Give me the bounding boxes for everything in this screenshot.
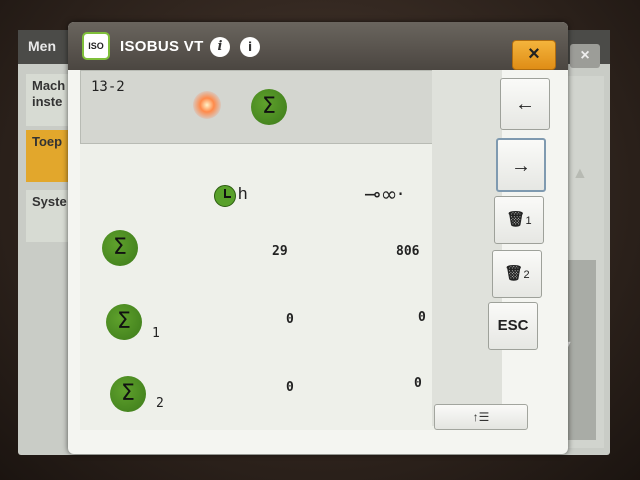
isobus-vt-dialog: ISO ISOBUS VT i i × 13-2 Σ h ⊸∞· Σ 29 80… xyxy=(68,22,568,454)
back-button[interactable]: ← xyxy=(500,78,550,130)
counter-1-label: 1 xyxy=(152,326,160,341)
iso-logo-icon: ISO xyxy=(82,32,110,60)
sort-list-button[interactable]: ↑☰ xyxy=(434,404,528,430)
esc-button[interactable]: ESC xyxy=(488,302,538,350)
total-hours-value: 29 xyxy=(272,244,288,259)
info-more-label: i xyxy=(247,40,253,54)
delete-2-label: 2 xyxy=(523,269,530,281)
info-icon[interactable]: i xyxy=(210,37,230,57)
total-distance-value: 806 xyxy=(396,244,420,259)
info-more-icon[interactable]: i xyxy=(240,37,260,57)
counter-2-distance-value: 0 xyxy=(414,376,422,391)
counter-2-hours-value: 0 xyxy=(286,380,294,395)
sum-total-icon: Σ xyxy=(102,230,138,266)
background-close-button[interactable]: × xyxy=(570,44,600,68)
row-id: 13-2 xyxy=(91,79,125,95)
background-title: Men xyxy=(28,38,56,54)
close-button[interactable]: × xyxy=(512,40,556,70)
counter-2-label: 2 xyxy=(156,396,164,411)
selected-counter-row[interactable]: 13-2 Σ xyxy=(80,70,442,144)
scroll-up-icon[interactable]: ▲ xyxy=(572,165,588,183)
led-glow xyxy=(193,91,221,119)
trash-icon: 🗑 xyxy=(504,265,524,282)
time-unit-label: h xyxy=(238,184,248,203)
distance-icon: ⊸∞· xyxy=(364,182,404,206)
sum-icon: Σ xyxy=(251,89,287,125)
counter-1-distance-value: 0 xyxy=(418,310,426,325)
delete-counter-1-button[interactable]: 🗑1 xyxy=(494,196,544,244)
delete-counter-2-button[interactable]: 🗑2 xyxy=(492,250,542,298)
delete-1-label: 1 xyxy=(525,215,532,227)
trash-icon: 🗑 xyxy=(506,211,526,228)
sum-2-icon: Σ xyxy=(110,376,146,412)
softkey-panel xyxy=(432,70,502,426)
clock-icon xyxy=(214,185,236,207)
next-button[interactable]: → xyxy=(496,138,546,192)
counter-1-hours-value: 0 xyxy=(286,312,294,327)
dialog-title: ISOBUS VT xyxy=(120,38,204,55)
sum-1-icon: Σ xyxy=(106,304,142,340)
